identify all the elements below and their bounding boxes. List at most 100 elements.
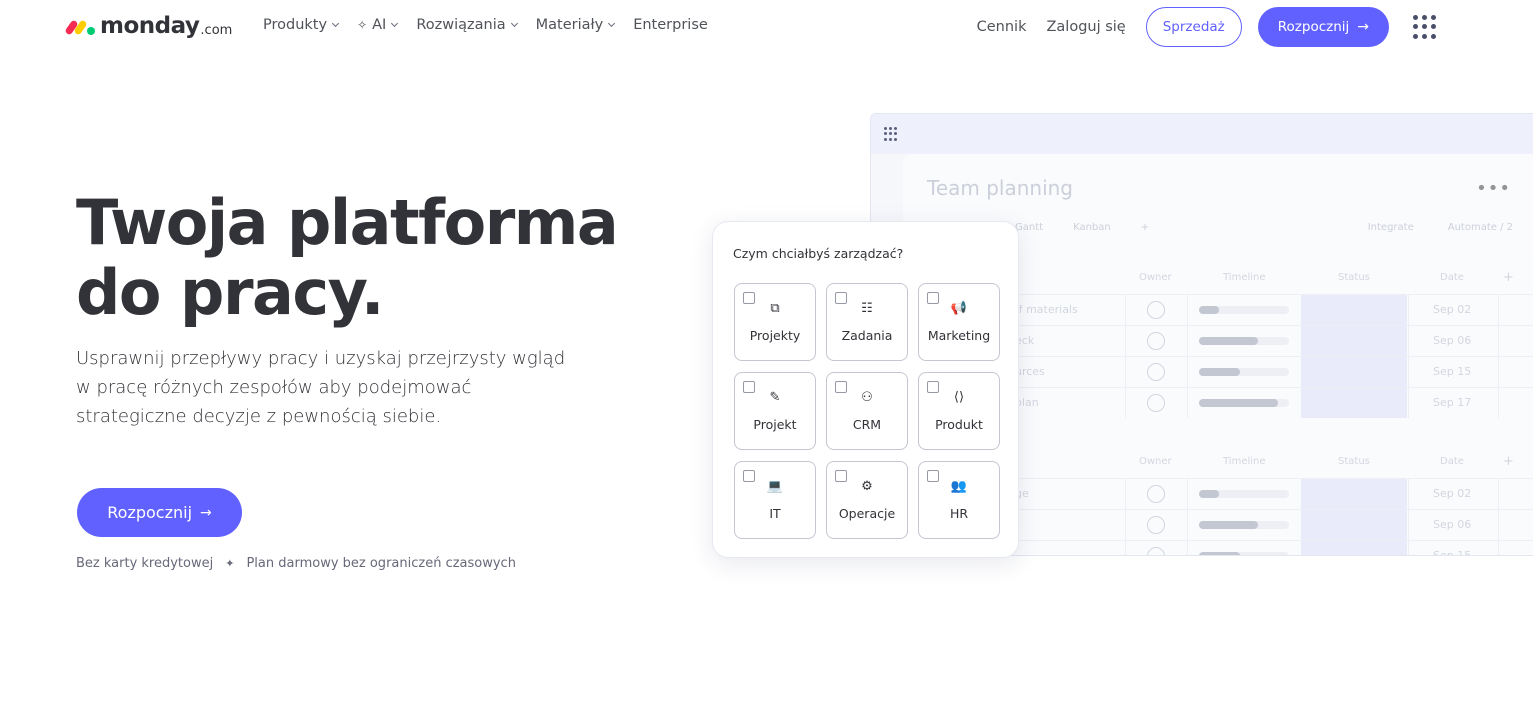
option-label: Operacje <box>838 506 896 521</box>
hero-subtitle-line-2: w pracę różnych zespołów aby podejmować <box>76 377 472 398</box>
login-link[interactable]: Zaloguj się <box>1046 19 1125 35</box>
automate-label: Automate / 2 <box>1447 221 1513 233</box>
date-column-header: Date <box>1440 456 1464 467</box>
add-column-icon: + <box>1503 454 1514 469</box>
menu-item-materialy[interactable]: Materiały <box>535 17 616 33</box>
people-icon: 👥 <box>950 479 968 494</box>
chevron-down-icon <box>608 19 616 28</box>
use-case-option-projekt[interactable]: ✎ Projekt <box>734 372 816 450</box>
menu-item-label: Enterprise <box>633 17 708 33</box>
monday-logo[interactable]: monday .com <box>64 10 233 42</box>
add-view-icon: + <box>1140 221 1150 233</box>
timeline-bar <box>1199 368 1289 376</box>
hero-subtitle-line-3: strategiczne decyzje z pewnością siebie. <box>76 406 442 427</box>
design-icon: ✎ <box>769 390 781 405</box>
timeline-bar <box>1199 306 1289 314</box>
use-case-option-projekty[interactable]: ⧉ Projekty <box>734 283 816 361</box>
hero-title-line-2: do pracy. <box>76 256 384 329</box>
kanban-view-tab: Kanban <box>1073 221 1111 233</box>
monday-logo-mark-icon <box>64 16 96 36</box>
sparkle-icon: ✧ <box>357 18 368 32</box>
use-case-option-operacje[interactable]: ⚙ Operacje <box>826 461 908 539</box>
owner-avatar-icon <box>1147 301 1165 319</box>
option-label: Produkt <box>935 417 983 432</box>
menu-item-label: AI <box>372 17 387 33</box>
timeline-bar <box>1199 552 1289 555</box>
chevron-down-icon <box>391 19 399 28</box>
date-cell: Sep 02 <box>1433 303 1472 316</box>
logo-suffix: .com <box>200 22 233 38</box>
option-label: IT <box>769 506 781 521</box>
status-cell <box>1301 479 1407 509</box>
menu-item-ai[interactable]: ✧ AI <box>357 17 399 33</box>
use-case-option-it[interactable]: 💻 IT <box>734 461 816 539</box>
item-name: ff materials <box>1015 303 1078 316</box>
integrate-label: Integrate <box>1367 221 1414 233</box>
status-cell <box>1301 295 1407 325</box>
code-icon: ⟨⟩ <box>953 390 965 405</box>
more-options-icon: ••• <box>1476 178 1511 199</box>
date-cell: Sep 17 <box>1433 396 1472 409</box>
apps-grid-icon <box>884 127 898 141</box>
nav-actions: Cennik Zaloguj się Sprzedaż Rozpocznij → <box>977 7 1533 47</box>
selector-question: Czym chciałbyś zarządzać? <box>733 246 904 261</box>
board-title: Team planning <box>927 176 1074 200</box>
hero-subtitle-line-1: Usprawnij przepływy pracy i uzyskaj prze… <box>76 348 566 369</box>
owner-column-header: Owner <box>1139 456 1172 467</box>
crm-icon: ⚇ <box>861 390 873 405</box>
owner-avatar-icon <box>1147 485 1165 503</box>
get-started-label: Rozpocznij <box>107 503 193 522</box>
get-started-button[interactable]: Rozpocznij → <box>77 488 242 537</box>
date-cell: Sep 06 <box>1433 518 1472 531</box>
owner-avatar-icon <box>1147 547 1165 555</box>
timeline-column-header: Timeline <box>1223 456 1266 467</box>
menu-item-produkty[interactable]: Produkty <box>263 17 340 33</box>
timeline-bar <box>1199 399 1289 407</box>
add-column-icon: + <box>1503 270 1514 285</box>
top-navigation: monday .com Produkty ✧ AI Rozwiązania Ma… <box>0 0 1533 54</box>
sparkle-separator-icon: ✦ <box>225 557 235 570</box>
arrow-right-icon: → <box>200 504 212 521</box>
contact-sales-button[interactable]: Sprzedaż <box>1145 7 1242 47</box>
option-label: HR <box>949 506 969 521</box>
date-cell: Sep 15 <box>1433 549 1472 556</box>
hero-note: Bez karty kredytowej ✦ Plan darmowy bez … <box>76 556 516 571</box>
menu-item-label: Materiały <box>535 17 604 33</box>
option-label: Projekt <box>753 417 797 432</box>
use-case-option-hr[interactable]: 👥 HR <box>918 461 1000 539</box>
timeline-column-header: Timeline <box>1223 272 1266 283</box>
option-label: CRM <box>852 417 882 432</box>
menu-item-enterprise[interactable]: Enterprise <box>633 17 708 33</box>
get-started-button-top[interactable]: Rozpocznij → <box>1257 7 1389 47</box>
use-case-option-crm[interactable]: ⚇ CRM <box>826 372 908 450</box>
date-cell: Sep 06 <box>1433 334 1472 347</box>
owner-avatar-icon <box>1147 332 1165 350</box>
use-case-option-marketing[interactable]: 📢 Marketing <box>918 283 1000 361</box>
status-cell <box>1301 326 1407 356</box>
timeline-bar <box>1199 337 1289 345</box>
apps-grid-icon[interactable] <box>1413 15 1437 39</box>
arrow-right-icon: → <box>1357 19 1369 35</box>
laptop-icon: 💻 <box>766 479 784 494</box>
projects-icon: ⧉ <box>770 301 780 316</box>
preview-topbar <box>871 114 1533 154</box>
pricing-link[interactable]: Cennik <box>977 19 1027 35</box>
menu-item-rozwiazania[interactable]: Rozwiązania <box>416 17 518 33</box>
hero-title-line-1: Twoja platforma <box>76 186 619 259</box>
gantt-view-tab: Gantt <box>1015 221 1044 233</box>
option-label: Zadania <box>841 328 893 343</box>
megaphone-icon: 📢 <box>950 301 968 316</box>
use-case-option-zadania[interactable]: ☷ Zadania <box>826 283 908 361</box>
status-cell <box>1301 388 1407 418</box>
use-case-options: ⧉ Projekty ☷ Zadania 📢 Marketing ✎ Projekt ⚇ CRM ⟨… <box>734 283 1000 539</box>
status-cell <box>1301 541 1407 555</box>
no-credit-card-note: Bez karty kredytowej <box>76 556 214 571</box>
date-column-header: Date <box>1440 272 1464 283</box>
item-name: urces <box>1015 365 1045 378</box>
owner-avatar-icon <box>1147 363 1165 381</box>
option-label: Projekty <box>749 328 801 343</box>
use-case-option-produkt[interactable]: ⟨⟩ Produkt <box>918 372 1000 450</box>
status-column-header: Status <box>1338 456 1370 467</box>
tasks-icon: ☷ <box>861 301 873 316</box>
status-cell <box>1301 357 1407 387</box>
